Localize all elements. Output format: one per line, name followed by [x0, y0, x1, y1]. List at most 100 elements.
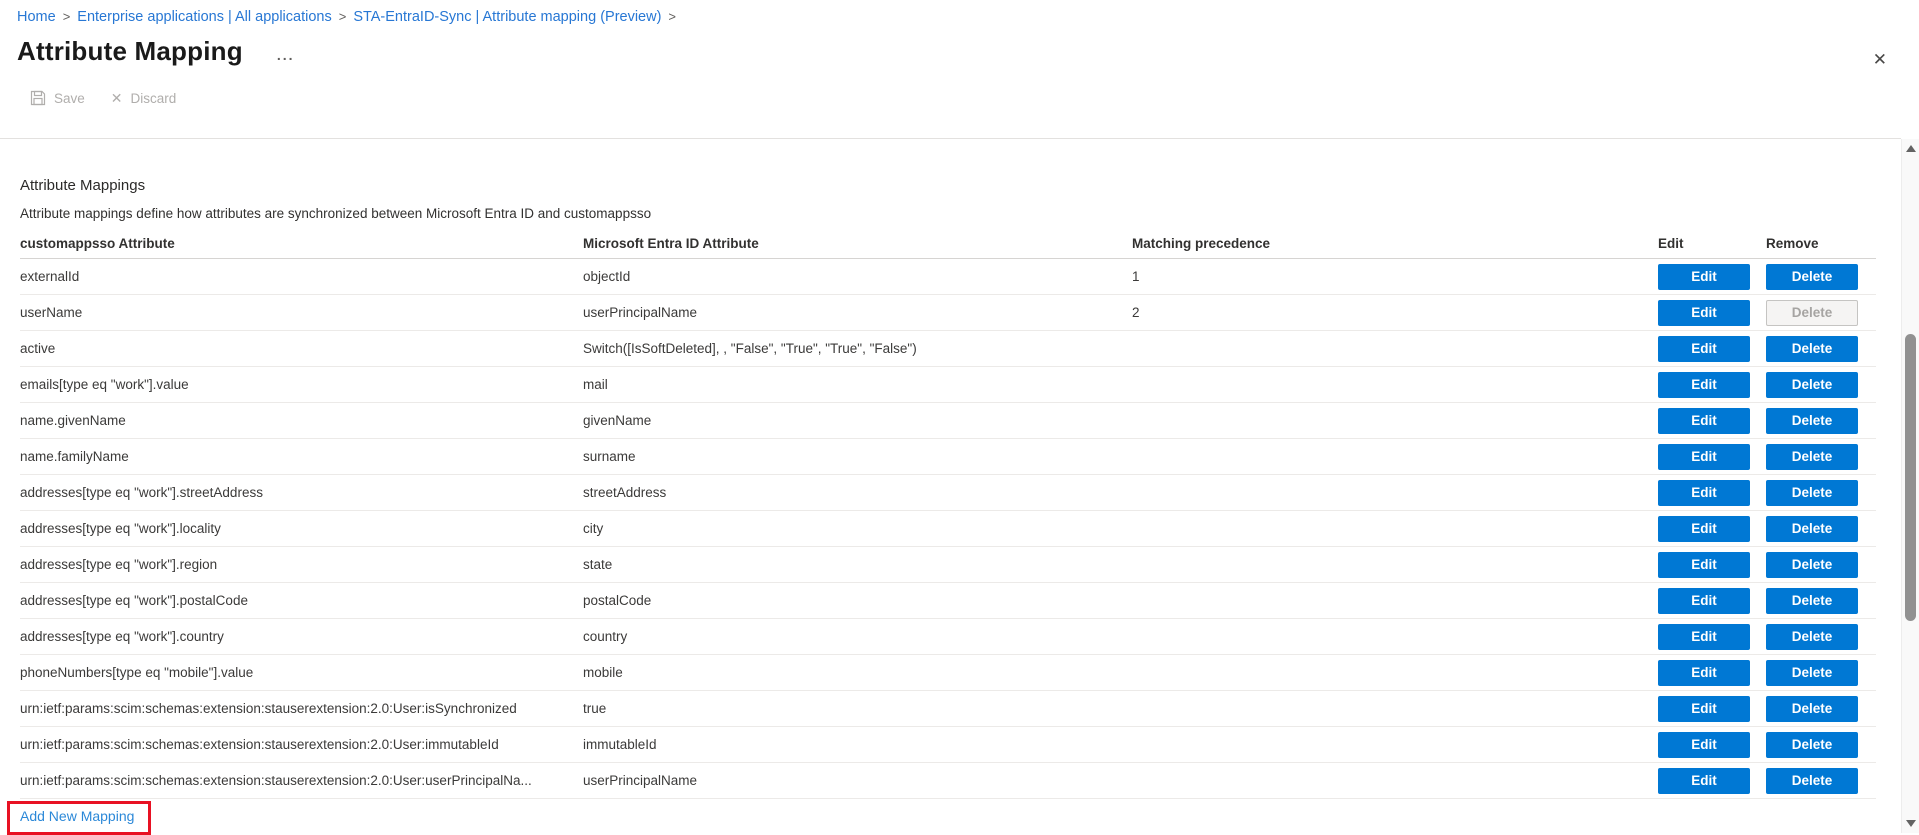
delete-button[interactable]: Delete [1766, 300, 1858, 326]
add-new-mapping-link[interactable]: Add New Mapping [20, 808, 134, 824]
page-title: Attribute Mapping [17, 36, 243, 67]
cell-entra-id-attribute: objectId [583, 269, 1132, 284]
cell-customappsso-attribute: addresses[type eq "work"].locality [20, 521, 583, 536]
scrollbar-down-arrow-icon[interactable] [1902, 815, 1919, 831]
breadcrumb-link-attribute-mapping[interactable]: STA-EntraID-Sync | Attribute mapping (Pr… [353, 9, 661, 25]
table-row: phoneNumbers[type eq "mobile"].value mob… [20, 655, 1876, 691]
breadcrumb: Home > Enterprise applications | All appli… [17, 9, 683, 25]
column-header-remove: Remove [1762, 236, 1876, 251]
cell-entra-id-attribute: immutableId [583, 737, 1132, 752]
cell-matching-precedence: 1 [1132, 269, 1658, 284]
delete-button[interactable]: Delete [1766, 264, 1858, 290]
edit-button[interactable]: Edit [1658, 588, 1750, 614]
cell-entra-id-attribute: country [583, 629, 1132, 644]
table-row: urn:ietf:params:scim:schemas:extension:s… [20, 691, 1876, 727]
cell-entra-id-attribute: Switch([IsSoftDeleted], , "False", "True… [583, 341, 1132, 356]
cell-entra-id-attribute: userPrincipalName [583, 305, 1132, 320]
edit-button[interactable]: Edit [1658, 768, 1750, 794]
breadcrumb-link-enterprise-applications[interactable]: Enterprise applications | All applicatio… [77, 9, 331, 25]
section-description: Attribute mappings define how attributes… [20, 205, 1901, 223]
section-heading: Attribute Mappings [20, 176, 1901, 196]
cell-customappsso-attribute: active [20, 341, 583, 356]
column-header-matching-precedence: Matching precedence [1132, 236, 1658, 251]
edit-button[interactable]: Edit [1658, 264, 1750, 290]
table-row: emails[type eq "work"].value mail Edit D… [20, 367, 1876, 403]
delete-button[interactable]: Delete [1766, 732, 1858, 758]
delete-button[interactable]: Delete [1766, 480, 1858, 506]
cell-matching-precedence: 2 [1132, 305, 1658, 320]
more-menu-button[interactable]: ... [277, 50, 295, 60]
table-row: active Switch([IsSoftDeleted], , "False"… [20, 331, 1876, 367]
delete-button[interactable]: Delete [1766, 588, 1858, 614]
annotation-highlight-box: Add New Mapping [7, 801, 151, 835]
cell-customappsso-attribute: addresses[type eq "work"].country [20, 629, 583, 644]
column-header-edit: Edit [1658, 236, 1762, 251]
delete-button[interactable]: Delete [1766, 444, 1858, 470]
vertical-scrollbar[interactable] [1901, 139, 1919, 833]
edit-button[interactable]: Edit [1658, 300, 1750, 326]
delete-button[interactable]: Delete [1766, 552, 1858, 578]
edit-button[interactable]: Edit [1658, 516, 1750, 542]
edit-button[interactable]: Edit [1658, 372, 1750, 398]
save-button[interactable]: Save [30, 90, 85, 106]
edit-button[interactable]: Edit [1658, 660, 1750, 686]
table-body: externalId objectId 1 Edit Delete userNa… [20, 259, 1876, 799]
table-row: externalId objectId 1 Edit Delete [20, 259, 1876, 295]
table-row: addresses[type eq "work"].postalCode pos… [20, 583, 1876, 619]
save-label: Save [54, 91, 85, 106]
attribute-mappings-table: customappsso Attribute Microsoft Entra I… [20, 229, 1876, 799]
delete-button[interactable]: Delete [1766, 372, 1858, 398]
edit-button[interactable]: Edit [1658, 696, 1750, 722]
cell-customappsso-attribute: urn:ietf:params:scim:schemas:extension:s… [20, 701, 583, 716]
cell-customappsso-attribute: addresses[type eq "work"].streetAddress [20, 485, 583, 500]
cell-customappsso-attribute: urn:ietf:params:scim:schemas:extension:s… [20, 773, 583, 788]
table-row: urn:ietf:params:scim:schemas:extension:s… [20, 727, 1876, 763]
column-header-customappsso-attribute: customappsso Attribute [20, 236, 583, 251]
edit-button[interactable]: Edit [1658, 480, 1750, 506]
discard-label: Discard [131, 91, 177, 106]
breadcrumb-separator: > [339, 9, 347, 24]
scrollbar-thumb[interactable] [1905, 334, 1916, 621]
scrollbar-up-arrow-icon[interactable] [1902, 141, 1919, 157]
close-icon: ✕ [1873, 50, 1887, 69]
edit-button[interactable]: Edit [1658, 408, 1750, 434]
table-row: urn:ietf:params:scim:schemas:extension:s… [20, 763, 1876, 799]
edit-button[interactable]: Edit [1658, 624, 1750, 650]
cell-customappsso-attribute: addresses[type eq "work"].region [20, 557, 583, 572]
delete-button[interactable]: Delete [1766, 408, 1858, 434]
breadcrumb-separator: > [63, 9, 71, 24]
breadcrumb-separator: > [668, 9, 676, 24]
cell-entra-id-attribute: mobile [583, 665, 1132, 680]
cell-entra-id-attribute: streetAddress [583, 485, 1132, 500]
cell-customappsso-attribute: emails[type eq "work"].value [20, 377, 583, 392]
cell-entra-id-attribute: postalCode [583, 593, 1132, 608]
edit-button[interactable]: Edit [1658, 732, 1750, 758]
table-row: addresses[type eq "work"].country countr… [20, 619, 1876, 655]
cell-entra-id-attribute: surname [583, 449, 1132, 464]
discard-icon: ✕ [111, 91, 123, 105]
cell-entra-id-attribute: userPrincipalName [583, 773, 1132, 788]
edit-button[interactable]: Edit [1658, 336, 1750, 362]
table-row: addresses[type eq "work"].region state E… [20, 547, 1876, 583]
breadcrumb-link-home[interactable]: Home [17, 9, 56, 25]
discard-button[interactable]: ✕ Discard [111, 91, 177, 106]
edit-button[interactable]: Edit [1658, 444, 1750, 470]
cell-customappsso-attribute: urn:ietf:params:scim:schemas:extension:s… [20, 737, 583, 752]
cell-entra-id-attribute: mail [583, 377, 1132, 392]
column-header-entra-id-attribute: Microsoft Entra ID Attribute [583, 236, 1132, 251]
delete-button[interactable]: Delete [1766, 768, 1858, 794]
table-row: addresses[type eq "work"].locality city … [20, 511, 1876, 547]
save-icon [30, 90, 46, 106]
delete-button[interactable]: Delete [1766, 696, 1858, 722]
delete-button[interactable]: Delete [1766, 624, 1858, 650]
delete-button[interactable]: Delete [1766, 660, 1858, 686]
cell-customappsso-attribute: externalId [20, 269, 583, 284]
command-bar: Save ✕ Discard [30, 90, 176, 106]
edit-button[interactable]: Edit [1658, 552, 1750, 578]
delete-button[interactable]: Delete [1766, 336, 1858, 362]
close-button[interactable]: ✕ [1871, 48, 1889, 72]
cell-customappsso-attribute: userName [20, 305, 583, 320]
table-row: name.givenName givenName Edit Delete [20, 403, 1876, 439]
table-header-row: customappsso Attribute Microsoft Entra I… [20, 229, 1876, 259]
delete-button[interactable]: Delete [1766, 516, 1858, 542]
